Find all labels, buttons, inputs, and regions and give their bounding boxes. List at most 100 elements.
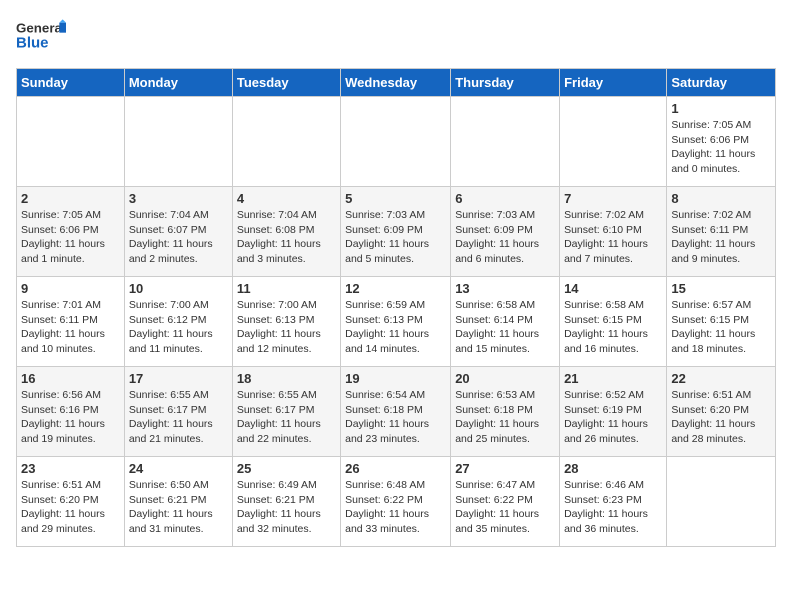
day-number: 17 (129, 371, 228, 386)
day-info: Sunrise: 6:51 AM Sunset: 6:20 PM Dayligh… (21, 478, 120, 537)
calendar-cell-w3-d1: 17 Sunrise: 6:55 AM Sunset: 6:17 PM Dayli… (124, 367, 232, 457)
logo-icon: General Blue (16, 16, 66, 56)
day-info: Sunrise: 6:57 AM Sunset: 6:15 PM Dayligh… (671, 298, 771, 357)
day-number: 6 (455, 191, 555, 206)
page-header: General Blue (16, 16, 776, 56)
calendar-cell-w3-d0: 16Sunrise: 6:56 AM Sunset: 6:16 PM Dayli… (17, 367, 125, 457)
calendar-cell-w1-d5: 7 Sunrise: 7:02 AM Sunset: 6:10 PM Daylig… (560, 187, 667, 277)
calendar-cell-w0-d3 (341, 97, 451, 187)
day-info: Sunrise: 6:58 AM Sunset: 6:14 PM Dayligh… (455, 298, 555, 357)
day-info: Sunrise: 6:55 AM Sunset: 6:17 PM Dayligh… (129, 388, 228, 447)
day-info: Sunrise: 7:03 AM Sunset: 6:09 PM Dayligh… (345, 208, 446, 267)
calendar-week-4: 23 Sunrise: 6:51 AM Sunset: 6:20 PM Dayli… (17, 457, 776, 547)
day-info: Sunrise: 6:51 AM Sunset: 6:20 PM Dayligh… (671, 388, 771, 447)
day-number: 22 (671, 371, 771, 386)
calendar-cell-w3-d4: 20Sunrise: 6:53 AM Sunset: 6:18 PM Dayli… (451, 367, 560, 457)
calendar-week-1: 2 Sunrise: 7:05 AM Sunset: 6:06 PM Daylig… (17, 187, 776, 277)
day-info: Sunrise: 7:00 AM Sunset: 6:13 PM Dayligh… (237, 298, 336, 357)
col-header-tuesday: Tuesday (232, 69, 340, 97)
col-header-saturday: Saturday (667, 69, 776, 97)
calendar-cell-w4-d3: 26 Sunrise: 6:48 AM Sunset: 6:22 PM Dayli… (341, 457, 451, 547)
day-number: 26 (345, 461, 446, 476)
calendar-cell-w2-d4: 13 Sunrise: 6:58 AM Sunset: 6:14 PM Dayli… (451, 277, 560, 367)
day-info: Sunrise: 7:05 AM Sunset: 6:06 PM Dayligh… (671, 118, 771, 177)
calendar-cell-w4-d5: 28 Sunrise: 6:46 AM Sunset: 6:23 PM Dayli… (560, 457, 667, 547)
calendar-cell-w1-d6: 8 Sunrise: 7:02 AM Sunset: 6:11 PM Daylig… (667, 187, 776, 277)
day-info: Sunrise: 7:04 AM Sunset: 6:07 PM Dayligh… (129, 208, 228, 267)
day-number: 13 (455, 281, 555, 296)
day-info: Sunrise: 6:53 AM Sunset: 6:18 PM Dayligh… (455, 388, 555, 447)
day-number: 10 (129, 281, 228, 296)
day-number: 19 (345, 371, 446, 386)
calendar-cell-w3-d3: 19Sunrise: 6:54 AM Sunset: 6:18 PM Dayli… (341, 367, 451, 457)
calendar-cell-w2-d6: 15 Sunrise: 6:57 AM Sunset: 6:15 PM Dayli… (667, 277, 776, 367)
day-info: Sunrise: 7:01 AM Sunset: 6:11 PM Dayligh… (21, 298, 120, 357)
day-number: 7 (564, 191, 662, 206)
calendar-cell-w1-d2: 4 Sunrise: 7:04 AM Sunset: 6:08 PM Daylig… (232, 187, 340, 277)
day-info: Sunrise: 7:05 AM Sunset: 6:06 PM Dayligh… (21, 208, 120, 267)
svg-text:Blue: Blue (16, 35, 49, 52)
calendar-cell-w4-d4: 27Sunrise: 6:47 AM Sunset: 6:22 PM Dayli… (451, 457, 560, 547)
day-info: Sunrise: 6:49 AM Sunset: 6:21 PM Dayligh… (237, 478, 336, 537)
calendar-cell-w3-d2: 18 Sunrise: 6:55 AM Sunset: 6:17 PM Dayli… (232, 367, 340, 457)
calendar-cell-w1-d3: 5 Sunrise: 7:03 AM Sunset: 6:09 PM Daylig… (341, 187, 451, 277)
day-number: 27 (455, 461, 555, 476)
day-number: 5 (345, 191, 446, 206)
day-info: Sunrise: 6:50 AM Sunset: 6:21 PM Dayligh… (129, 478, 228, 537)
day-number: 9 (21, 281, 120, 296)
calendar-cell-w0-d2 (232, 97, 340, 187)
calendar-cell-w4-d6 (667, 457, 776, 547)
day-info: Sunrise: 7:04 AM Sunset: 6:08 PM Dayligh… (237, 208, 336, 267)
day-number: 25 (237, 461, 336, 476)
day-number: 16 (21, 371, 120, 386)
calendar-cell-w4-d1: 24 Sunrise: 6:50 AM Sunset: 6:21 PM Dayli… (124, 457, 232, 547)
day-number: 24 (129, 461, 228, 476)
day-info: Sunrise: 7:00 AM Sunset: 6:12 PM Dayligh… (129, 298, 228, 357)
day-number: 4 (237, 191, 336, 206)
calendar-cell-w1-d0: 2 Sunrise: 7:05 AM Sunset: 6:06 PM Daylig… (17, 187, 125, 277)
col-header-monday: Monday (124, 69, 232, 97)
calendar-cell-w0-d1 (124, 97, 232, 187)
day-info: Sunrise: 6:48 AM Sunset: 6:22 PM Dayligh… (345, 478, 446, 537)
calendar-table: SundayMondayTuesdayWednesdayThursdayFrid… (16, 68, 776, 547)
day-number: 21 (564, 371, 662, 386)
calendar-cell-w1-d4: 6 Sunrise: 7:03 AM Sunset: 6:09 PM Daylig… (451, 187, 560, 277)
calendar-cell-w1-d1: 3 Sunrise: 7:04 AM Sunset: 6:07 PM Daylig… (124, 187, 232, 277)
day-number: 14 (564, 281, 662, 296)
day-info: Sunrise: 6:55 AM Sunset: 6:17 PM Dayligh… (237, 388, 336, 447)
day-number: 3 (129, 191, 228, 206)
col-header-wednesday: Wednesday (341, 69, 451, 97)
calendar-cell-w4-d2: 25 Sunrise: 6:49 AM Sunset: 6:21 PM Dayli… (232, 457, 340, 547)
day-info: Sunrise: 7:02 AM Sunset: 6:10 PM Dayligh… (564, 208, 662, 267)
calendar-week-2: 9 Sunrise: 7:01 AM Sunset: 6:11 PM Daylig… (17, 277, 776, 367)
day-info: Sunrise: 6:52 AM Sunset: 6:19 PM Dayligh… (564, 388, 662, 447)
calendar-cell-w2-d2: 11 Sunrise: 7:00 AM Sunset: 6:13 PM Dayli… (232, 277, 340, 367)
day-number: 15 (671, 281, 771, 296)
calendar-cell-w0-d5 (560, 97, 667, 187)
svg-text:General: General (16, 21, 66, 36)
calendar-cell-w2-d5: 14 Sunrise: 6:58 AM Sunset: 6:15 PM Dayli… (560, 277, 667, 367)
col-header-sunday: Sunday (17, 69, 125, 97)
calendar-cell-w4-d0: 23 Sunrise: 6:51 AM Sunset: 6:20 PM Dayli… (17, 457, 125, 547)
day-number: 18 (237, 371, 336, 386)
col-header-thursday: Thursday (451, 69, 560, 97)
calendar-cell-w2-d1: 10 Sunrise: 7:00 AM Sunset: 6:12 PM Dayli… (124, 277, 232, 367)
calendar-cell-w0-d6: 1Sunrise: 7:05 AM Sunset: 6:06 PM Daylig… (667, 97, 776, 187)
calendar-cell-w2-d3: 12 Sunrise: 6:59 AM Sunset: 6:13 PM Dayli… (341, 277, 451, 367)
day-number: 28 (564, 461, 662, 476)
col-header-friday: Friday (560, 69, 667, 97)
day-number: 8 (671, 191, 771, 206)
day-info: Sunrise: 7:02 AM Sunset: 6:11 PM Dayligh… (671, 208, 771, 267)
day-info: Sunrise: 7:03 AM Sunset: 6:09 PM Dayligh… (455, 208, 555, 267)
calendar-cell-w2-d0: 9 Sunrise: 7:01 AM Sunset: 6:11 PM Daylig… (17, 277, 125, 367)
day-info: Sunrise: 6:59 AM Sunset: 6:13 PM Dayligh… (345, 298, 446, 357)
day-number: 2 (21, 191, 120, 206)
calendar-week-3: 16Sunrise: 6:56 AM Sunset: 6:16 PM Dayli… (17, 367, 776, 457)
day-number: 23 (21, 461, 120, 476)
day-info: Sunrise: 6:46 AM Sunset: 6:23 PM Dayligh… (564, 478, 662, 537)
day-info: Sunrise: 6:58 AM Sunset: 6:15 PM Dayligh… (564, 298, 662, 357)
day-number: 11 (237, 281, 336, 296)
logo: General Blue (16, 16, 66, 56)
day-number: 12 (345, 281, 446, 296)
calendar-cell-w3-d6: 22 Sunrise: 6:51 AM Sunset: 6:20 PM Dayli… (667, 367, 776, 457)
